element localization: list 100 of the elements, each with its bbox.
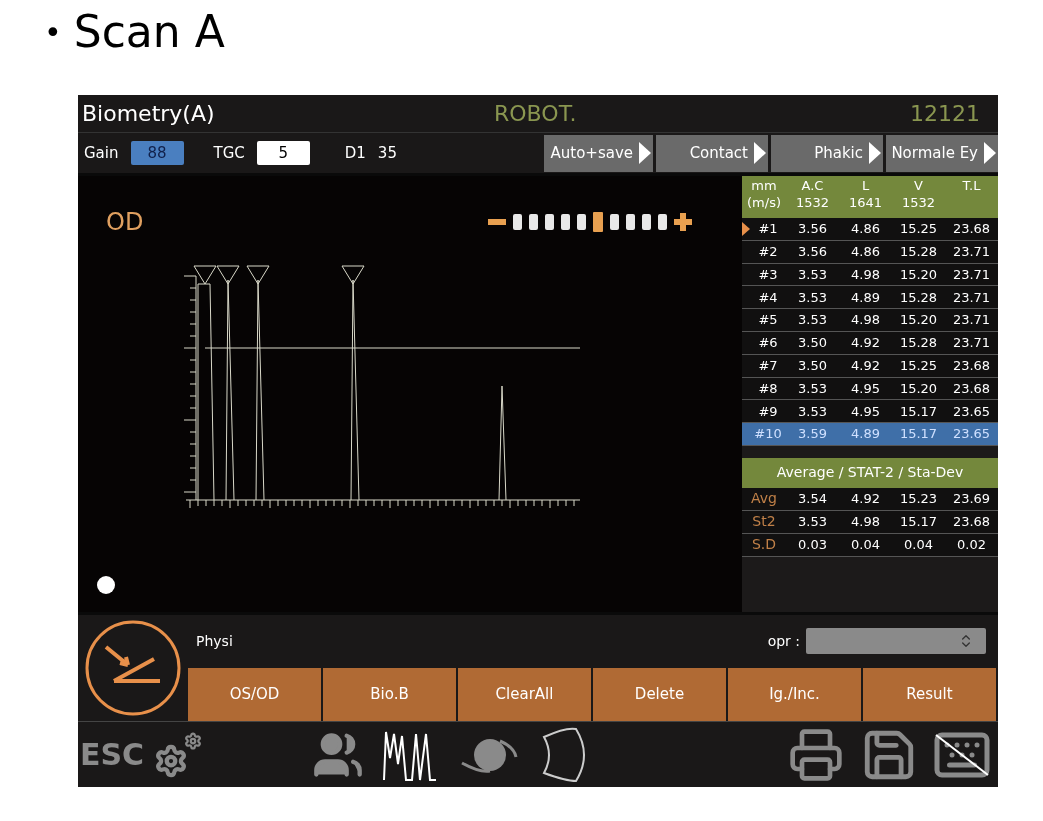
escape-button[interactable]: ESC <box>80 732 145 777</box>
settings-icon[interactable] <box>154 731 203 778</box>
d1-label: D1 <box>344 142 366 164</box>
row-number: #6 <box>757 334 779 353</box>
eye-side-label: OD <box>106 207 144 238</box>
measurement-row[interactable]: #1 3.56 4.86 15.25 23.68 <box>742 218 998 241</box>
table-cell-text: 0.04 <box>903 536 934 555</box>
table-cell-text: 4.92 <box>850 356 881 375</box>
table-cell-text: 3.50 <box>797 356 828 375</box>
scale-step[interactable] <box>513 214 522 230</box>
table-cell-text: 3.53 <box>797 288 828 307</box>
row-number: #2 <box>757 242 779 261</box>
table-cell-text: 23.65 <box>951 402 992 421</box>
mode-dropdown-button[interactable]: Auto+save <box>544 134 653 172</box>
table-cell-text: 15.17 <box>898 402 939 421</box>
plus-icon[interactable] <box>674 213 692 231</box>
mode-dropdown-button[interactable]: Phakic <box>771 134 883 172</box>
scale-step[interactable] <box>658 214 667 230</box>
table-cell-text: 4.98 <box>850 265 881 284</box>
table-cell-text: 23.71 <box>951 265 992 284</box>
table-cell-text: 15.17 <box>898 425 939 444</box>
row-number: #7 <box>757 356 779 375</box>
table-cell-text: 23.71 <box>951 288 992 307</box>
row-number: #10 <box>753 425 783 444</box>
column-header: V <box>914 177 923 194</box>
table-cell-text: 3.53 <box>797 379 828 398</box>
table-cell-text: 23.68 <box>951 356 992 375</box>
table-cell-text: 0.04 <box>850 536 881 555</box>
column-header: A.C <box>801 177 824 194</box>
action-button[interactable]: OS/OD <box>188 667 321 721</box>
mode-dropdown-button[interactable]: Contact <box>656 134 768 172</box>
table-cell-text: 3.53 <box>797 402 828 421</box>
tgc-label: TGC <box>213 142 245 164</box>
table-cell-text: 3.56 <box>797 220 828 239</box>
scale-step[interactable] <box>545 214 554 230</box>
row-number: #8 <box>757 379 779 398</box>
table-cell-text: 23.65 <box>951 425 992 444</box>
printer-icon[interactable] <box>788 726 844 783</box>
column-speed: 1532 <box>795 194 830 211</box>
column-header: L <box>861 177 870 194</box>
measurement-row[interactable]: #7 3.50 4.92 15.25 23.68 <box>742 354 998 378</box>
column-header: mm <box>751 177 777 194</box>
measurement-row[interactable]: #9 3.53 4.95 15.17 23.65 <box>742 400 998 424</box>
table-cell-text: 23.71 <box>951 334 992 353</box>
scale-step[interactable] <box>626 214 635 230</box>
column-speed: 1641 <box>848 194 883 211</box>
table-cell-text: 15.25 <box>898 356 939 375</box>
stat-label: Avg <box>750 489 778 509</box>
action-button[interactable]: Delete <box>593 667 726 721</box>
action-button[interactable]: ClearAll <box>458 667 591 721</box>
table-cell-text: 15.28 <box>898 334 939 353</box>
action-button[interactable]: Bio.B <box>323 667 456 721</box>
scale-step[interactable] <box>642 214 651 230</box>
scale-step[interactable] <box>561 214 570 230</box>
table-cell-text: 4.89 <box>850 425 881 444</box>
table-cell-text: 15.28 <box>898 242 939 261</box>
table-cell-text: 3.50 <box>797 334 828 353</box>
measurement-row[interactable]: #4 3.53 4.89 15.28 23.71 <box>742 286 998 310</box>
table-cell-text: 15.17 <box>898 513 939 532</box>
table-cell-text: 4.98 <box>850 311 881 330</box>
scale-step[interactable] <box>577 214 586 230</box>
operator-select[interactable] <box>806 628 986 655</box>
gain-label: Gain <box>84 142 119 164</box>
row-number: #4 <box>757 288 779 307</box>
triangle-arrow-icon <box>984 142 996 164</box>
measurement-row[interactable]: #6 3.50 4.92 15.28 23.71 <box>742 332 998 355</box>
measurement-row[interactable]: #5 3.53 4.98 15.20 23.71 <box>742 309 998 332</box>
table-cell-text: 15.20 <box>898 311 939 330</box>
action-button[interactable]: Result <box>863 667 996 721</box>
stat-label: S.D <box>750 535 778 555</box>
table-cell-text: 4.92 <box>850 490 881 509</box>
table-cell-text: 23.71 <box>951 242 992 261</box>
table-cell-text: 3.54 <box>797 490 828 509</box>
slide-heading: Scan A <box>73 5 225 59</box>
d1-value: 35 <box>377 142 397 164</box>
formula-label: Physi <box>196 631 233 651</box>
screen-title: Biometry(A) <box>82 100 216 128</box>
table-cell-text: 4.98 <box>850 513 881 532</box>
table-cell-text: 3.53 <box>797 311 828 330</box>
measurement-row[interactable]: #3 3.53 4.98 15.20 23.71 <box>742 263 998 287</box>
operator-label: opr : <box>767 631 800 651</box>
row-number: #1 <box>757 220 779 239</box>
scale-step[interactable] <box>529 214 538 230</box>
tgc-field[interactable]: 5 <box>256 141 310 165</box>
table-cell-text: 3.59 <box>797 425 828 444</box>
table-cell-text: 23.71 <box>951 311 992 330</box>
triangle-arrow-icon <box>639 142 651 164</box>
action-button[interactable]: Ig./Inc. <box>728 667 861 721</box>
scale-step[interactable] <box>610 214 619 230</box>
mode-dropdown-button[interactable]: Normale Ey <box>886 134 998 172</box>
gain-field[interactable]: 88 <box>130 141 184 165</box>
probe-logo-icon <box>84 619 182 717</box>
triangle-arrow-icon <box>869 142 881 164</box>
measurement-row[interactable]: #10 3.59 4.89 15.17 23.65 <box>742 423 998 446</box>
measurement-row[interactable]: #8 3.53 4.95 15.20 23.68 <box>742 377 998 401</box>
stats-title: Average / STAT-2 / Sta-Dev <box>776 463 964 483</box>
table-cell-text: 15.28 <box>898 288 939 307</box>
measurement-row[interactable]: #2 3.56 4.86 15.28 23.71 <box>742 240 998 264</box>
table-cell-text: 4.95 <box>850 402 881 421</box>
column-header: T.L <box>962 177 981 194</box>
